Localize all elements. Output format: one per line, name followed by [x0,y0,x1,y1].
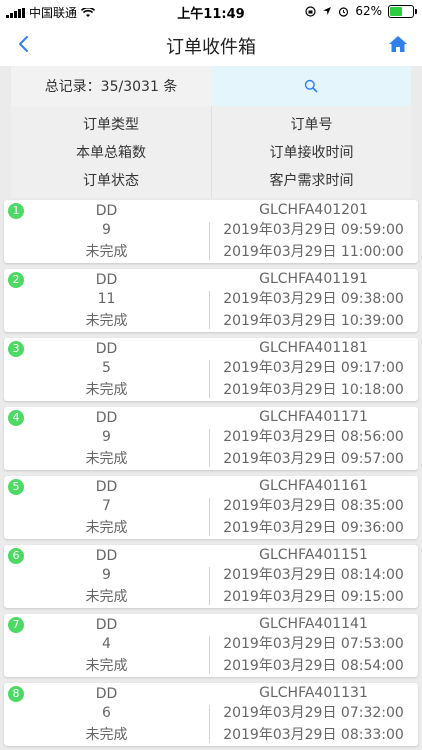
order-card[interactable]: 2 DD 11 未完成 GLCHFA401191 2019年03月29日 09:… [4,269,418,332]
order-number: GLCHFA401171 [259,408,368,425]
status-bar: 中国联通 上午11:49 62% [0,0,422,22]
order-status: 未完成 [85,657,128,674]
order-number: GLCHFA401151 [259,546,368,563]
order-type: DD [95,616,118,633]
navigation-bar: 订单收件箱 [0,22,422,66]
search-button[interactable] [211,66,411,106]
order-received-time: 2019年03月29日 07:53:00 [223,636,404,653]
order-boxes: 9 [102,428,111,445]
order-number: GLCHFA401141 [259,615,368,632]
order-left-info: DD 11 未完成 [4,269,209,332]
order-received-time: 2019年03月29日 09:38:00 [223,291,404,308]
header-total-boxes: 本单总箱数 [76,145,146,161]
order-right-info: GLCHFA401191 2019年03月29日 09:38:00 2019年0… [209,269,418,332]
order-received-time: 2019年03月29日 08:35:00 [223,498,404,515]
order-card[interactable]: 1 DD 9 未完成 GLCHFA401201 2019年03月29日 09:5… [4,200,418,263]
order-card[interactable]: 4 DD 9 未完成 GLCHFA401171 2019年03月29日 08:5… [4,407,418,470]
order-required-time: 2019年03月29日 09:57:00 [223,451,404,468]
order-type: DD [95,547,118,564]
header-right-column: 订单号 订单接收时间 客户需求时间 [211,106,411,198]
order-right-info: GLCHFA401181 2019年03月29日 09:17:00 2019年0… [209,338,418,401]
order-type: DD [95,271,118,288]
order-right-info: GLCHFA401201 2019年03月29日 09:59:00 2019年0… [209,200,418,263]
order-type: DD [95,340,118,357]
status-right: 62% [305,4,417,18]
order-left-info: DD 9 未完成 [4,407,209,470]
order-left-info: DD 6 未完成 [4,683,209,746]
page-title: 订单收件箱 [166,37,256,58]
location-icon [323,7,332,15]
order-received-time: 2019年03月29日 09:59:00 [223,222,404,239]
order-required-time: 2019年03月29日 10:18:00 [223,382,404,399]
order-boxes: 5 [102,359,111,376]
alarm-icon [339,6,349,17]
order-left-info: DD 7 未完成 [4,476,209,539]
order-left-info: DD 4 未完成 [4,614,209,677]
total-count: 总记录：35/3031 条 [11,66,211,106]
order-status: 未完成 [85,519,128,536]
header-order-status: 订单状态 [83,173,139,189]
order-right-info: GLCHFA401131 2019年03月29日 07:32:00 2019年0… [209,683,418,746]
order-number: GLCHFA401161 [259,477,368,494]
order-number: GLCHFA401191 [259,270,368,287]
order-boxes: 9 [102,566,111,583]
summary-bar: 总记录：35/3031 条 [11,66,411,106]
order-left-info: DD 5 未完成 [4,338,209,401]
battery-fill [390,6,403,16]
order-left-info: DD 9 未完成 [4,545,209,608]
order-type: DD [95,478,118,495]
order-boxes: 6 [102,704,111,721]
order-status: 未完成 [85,450,128,467]
order-number: GLCHFA401181 [259,339,368,356]
order-received-time: 2019年03月29日 09:17:00 [223,360,404,377]
order-number: GLCHFA401131 [259,684,368,701]
order-type: DD [95,202,118,219]
order-received-time: 2019年03月29日 08:14:00 [223,567,404,584]
order-status: 未完成 [85,726,128,743]
order-left-info: DD 9 未完成 [4,200,209,263]
order-required-time: 2019年03月29日 10:39:00 [223,313,404,330]
order-required-time: 2019年03月29日 09:36:00 [223,520,404,537]
order-type: DD [95,685,118,702]
order-required-time: 2019年03月29日 11:00:00 [223,244,404,261]
order-card[interactable]: 6 DD 9 未完成 GLCHFA401151 2019年03月29日 08:1… [4,545,418,608]
order-right-info: GLCHFA401161 2019年03月29日 08:35:00 2019年0… [209,476,418,539]
order-boxes: 9 [102,221,111,238]
order-card[interactable]: 3 DD 5 未完成 GLCHFA401181 2019年03月29日 09:1… [4,338,418,401]
header-order-type: 订单类型 [83,117,139,133]
orientation-lock-icon [305,5,316,17]
header-required-time: 客户需求时间 [269,173,354,189]
order-received-time: 2019年03月29日 08:56:00 [223,429,404,446]
order-boxes: 4 [102,635,111,652]
order-boxes: 7 [102,497,111,514]
order-status: 未完成 [85,381,128,398]
search-icon [304,79,318,93]
order-status: 未完成 [85,312,128,329]
order-boxes: 11 [97,290,116,307]
order-status: 未完成 [85,588,128,605]
order-card[interactable]: 8 DD 6 未完成 GLCHFA401131 2019年03月29日 07:3… [4,683,418,746]
order-received-time: 2019年03月29日 07:32:00 [223,705,404,722]
header-order-number: 订单号 [290,117,333,133]
order-right-info: GLCHFA401151 2019年03月29日 08:14:00 2019年0… [209,545,418,608]
battery-icon [388,4,417,18]
order-status: 未完成 [85,243,128,260]
column-headers: 订单类型 本单总箱数 订单状态 订单号 订单接收时间 客户需求时间 [11,106,411,198]
order-required-time: 2019年03月29日 09:15:00 [223,589,404,606]
home-icon[interactable] [388,34,408,54]
order-number: GLCHFA401201 [259,201,368,218]
order-required-time: 2019年03月29日 08:33:00 [223,727,404,744]
order-card[interactable]: 7 DD 4 未完成 GLCHFA401141 2019年03月29日 07:5… [4,614,418,677]
order-type: DD [95,409,118,426]
order-right-info: GLCHFA401141 2019年03月29日 07:53:00 2019年0… [209,614,418,677]
order-right-info: GLCHFA401171 2019年03月29日 08:56:00 2019年0… [209,407,418,470]
header-left-column: 订单类型 本单总箱数 订单状态 [11,106,211,198]
battery-percent: 62% [355,4,382,18]
header-received-time: 订单接收时间 [269,145,354,161]
order-required-time: 2019年03月29日 08:54:00 [223,658,404,675]
order-card[interactable]: 5 DD 7 未完成 GLCHFA401161 2019年03月29日 08:3… [4,476,418,539]
